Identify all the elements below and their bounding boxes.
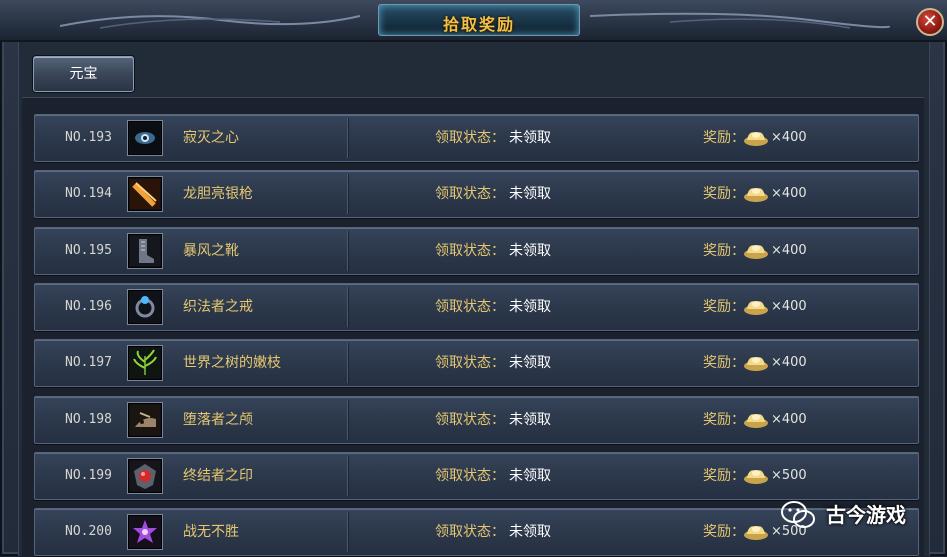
row-divider	[348, 174, 349, 214]
row-divider	[348, 512, 349, 552]
claim-status: 未领取	[509, 412, 551, 428]
window-title: 拾取奖励	[442, 15, 515, 34]
reward-label: 奖励：	[703, 243, 745, 259]
claim-status: 未领取	[509, 355, 551, 371]
claim-status: 未领取	[509, 130, 551, 146]
item-name: 世界之树的嫩枝	[183, 355, 281, 371]
claim-status: 未领取	[509, 243, 551, 259]
status-label: 领取状态：	[435, 524, 505, 540]
reward-row: NO.195 暴风之靴 领取状态： 未领取 奖励： ×400	[34, 227, 919, 275]
boots-icon[interactable]	[127, 233, 163, 269]
eye-gem-icon[interactable]	[127, 120, 163, 156]
status-label: 领取状态：	[435, 130, 505, 146]
reward-row: NO.199 终结者之印 领取状态： 未领取 奖励： ×500	[34, 452, 919, 500]
item-name: 堕落者之颅	[183, 412, 253, 428]
spear-icon[interactable]	[127, 176, 163, 212]
reward-label: 奖励：	[703, 299, 745, 315]
status-label: 领取状态：	[435, 355, 505, 371]
title-bar: 拾取奖励 ✕	[0, 0, 947, 42]
reward-row: NO.198 堕落者之颅 领取状态： 未领取 奖励： ×400	[34, 396, 919, 444]
row-divider	[348, 343, 349, 383]
item-name: 织法者之戒	[183, 299, 253, 315]
status-label: 领取状态：	[435, 299, 505, 315]
claim-status: 未领取	[509, 524, 551, 540]
item-name: 寂灭之心	[183, 130, 239, 146]
skull-icon[interactable]	[127, 402, 163, 438]
reward-label: 奖励：	[703, 186, 745, 202]
item-name: 战无不胜	[183, 524, 239, 540]
reward-label: 奖励：	[703, 412, 745, 428]
status-label: 领取状态：	[435, 186, 505, 202]
item-number: NO.194	[65, 186, 112, 201]
wechat-icon	[781, 501, 815, 528]
reward-quantity: ×400	[771, 412, 807, 427]
gold-ingot-icon	[743, 521, 769, 541]
title-plate: 拾取奖励	[378, 4, 580, 36]
row-divider	[348, 456, 349, 496]
reward-quantity: ×400	[771, 186, 807, 201]
ring-icon[interactable]	[127, 289, 163, 325]
reward-row: NO.197 世界之树的嫩枝 领取状态： 未领取 奖励： ×400	[34, 339, 919, 387]
claim-status: 未领取	[509, 186, 551, 202]
item-number: NO.197	[65, 355, 112, 370]
watermark-text: 古今游戏	[826, 503, 906, 527]
tab-yuanbao[interactable]: 元宝	[33, 56, 134, 92]
item-name: 龙胆亮银枪	[183, 186, 253, 202]
item-number: NO.198	[65, 412, 112, 427]
reward-row: NO.196 织法者之戒 领取状态： 未领取 奖励： ×400	[34, 283, 919, 331]
claim-status: 未领取	[509, 299, 551, 315]
title-ornament-right	[590, 12, 890, 29]
reward-row: NO.194 龙胆亮银枪 领取状态： 未领取 奖励： ×400	[34, 170, 919, 218]
item-number: NO.196	[65, 299, 112, 314]
gold-ingot-icon	[743, 240, 769, 260]
reward-quantity: ×400	[771, 130, 807, 145]
status-label: 领取状态：	[435, 412, 505, 428]
reward-label: 奖励：	[703, 130, 745, 146]
reward-quantity: ×500	[771, 468, 807, 483]
reward-quantity: ×400	[771, 299, 807, 314]
reward-window: 拾取奖励 ✕ 元宝 NO.193 寂灭之心 领取状态： 未领取 奖励： ×400 NO.19…	[0, 0, 947, 557]
row-divider	[348, 400, 349, 440]
gold-ingot-icon	[743, 296, 769, 316]
reward-quantity: ×400	[771, 243, 807, 258]
gold-ingot-icon	[743, 409, 769, 429]
title-ornament-left	[60, 15, 360, 29]
item-number: NO.199	[65, 468, 112, 483]
close-button[interactable]: ✕	[916, 8, 944, 36]
item-number: NO.200	[65, 524, 112, 539]
claim-status: 未领取	[509, 468, 551, 484]
reward-label: 奖励：	[703, 468, 745, 484]
row-divider	[348, 231, 349, 271]
row-divider	[348, 118, 349, 158]
item-number: NO.195	[65, 243, 112, 258]
item-name: 终结者之印	[183, 468, 253, 484]
reward-quantity: ×400	[771, 355, 807, 370]
purple-emblem-icon[interactable]	[127, 514, 163, 550]
reward-row: NO.193 寂灭之心 领取状态： 未领取 奖励： ×400	[34, 114, 919, 162]
gold-ingot-icon	[743, 127, 769, 147]
gold-ingot-icon	[743, 352, 769, 372]
row-divider	[348, 287, 349, 327]
status-label: 领取状态：	[435, 243, 505, 259]
item-name: 暴风之靴	[183, 243, 239, 259]
item-number: NO.193	[65, 130, 112, 145]
gold-ingot-icon	[743, 465, 769, 485]
sprout-icon[interactable]	[127, 345, 163, 381]
status-label: 领取状态：	[435, 468, 505, 484]
reward-label: 奖励：	[703, 524, 745, 540]
reward-label: 奖励：	[703, 355, 745, 371]
gold-ingot-icon	[743, 183, 769, 203]
red-seal-icon[interactable]	[127, 458, 163, 494]
